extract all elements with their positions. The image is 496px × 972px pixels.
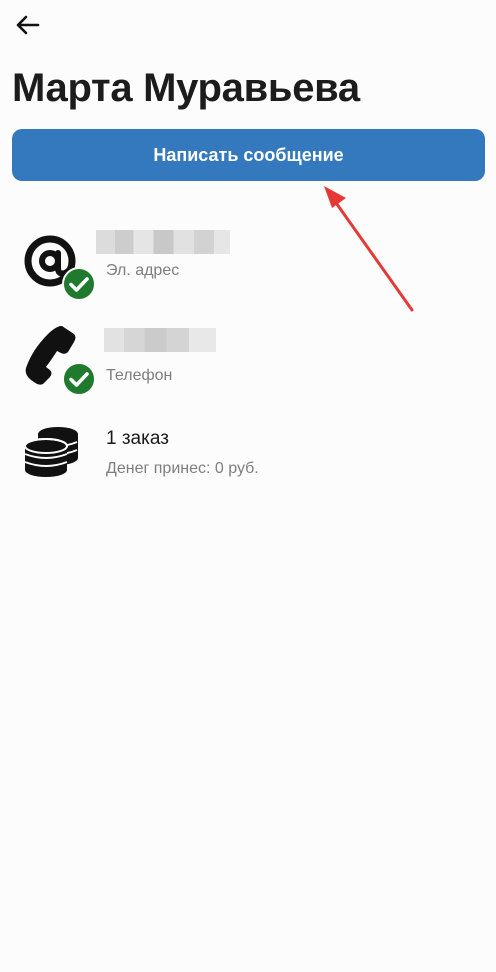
phone-row[interactable]: Телефон	[0, 320, 496, 400]
check-badge-icon	[62, 267, 96, 306]
orders-text: 1 заказ Денег принес: 0 руб.	[106, 428, 259, 478]
orders-row[interactable]: 1 заказ Денег принес: 0 руб.	[0, 420, 496, 490]
email-value-redacted	[96, 230, 230, 254]
orders-revenue: Денег принес: 0 руб.	[106, 460, 259, 477]
orders-count: 1 заказ	[106, 428, 169, 449]
arrow-left-icon	[16, 15, 40, 35]
phone-label: Телефон	[106, 367, 173, 384]
page-title: Марта Муравьева	[12, 66, 360, 110]
write-message-button[interactable]: Написать сообщение	[12, 129, 485, 181]
coins-icon	[22, 422, 82, 487]
phone-value-redacted	[104, 328, 216, 352]
back-button[interactable]	[12, 12, 42, 38]
email-row[interactable]: Эл. адрес	[0, 222, 496, 302]
email-text: Эл. адрес	[96, 230, 230, 280]
email-label: Эл. адрес	[106, 262, 180, 279]
phone-text: Телефон	[104, 328, 216, 385]
check-badge-icon	[62, 362, 96, 401]
